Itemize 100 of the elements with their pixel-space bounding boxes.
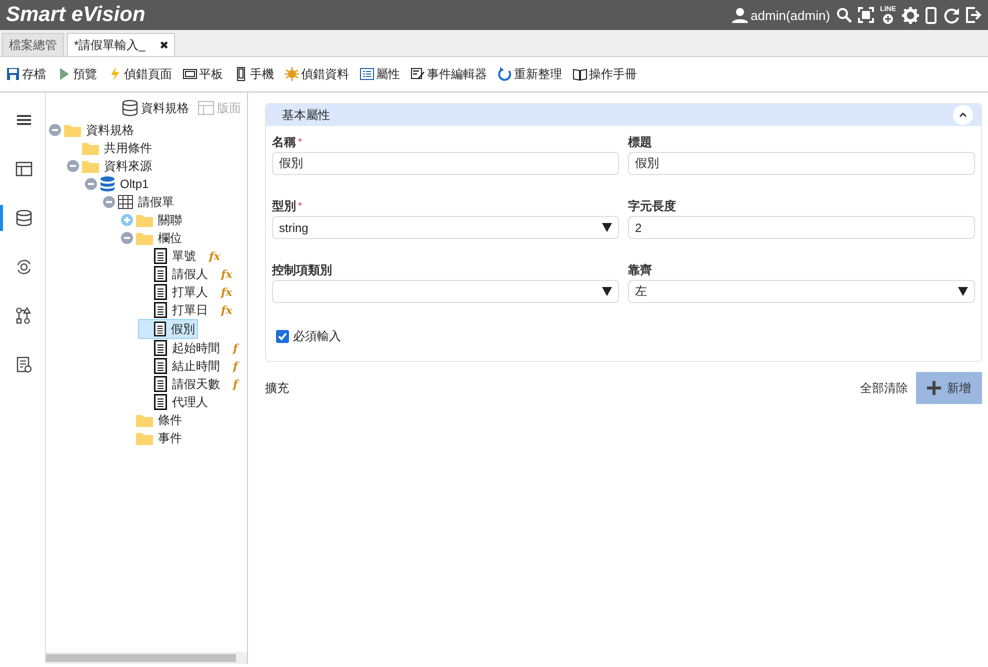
formula-mark: f bbox=[233, 378, 238, 390]
input-field[interactable]: 假別 bbox=[272, 152, 619, 175]
chevron-icon bbox=[958, 110, 968, 120]
toolbar-button[interactable]: 操作手冊 bbox=[573, 66, 637, 82]
document-icon bbox=[154, 284, 167, 300]
add-button[interactable]: 新增 bbox=[916, 372, 982, 404]
folder-icon bbox=[64, 123, 81, 137]
flow-icon bbox=[15, 307, 33, 325]
close-icon[interactable]: ✖ bbox=[159, 38, 168, 52]
refresh-icon[interactable] bbox=[943, 6, 960, 24]
toolbar-button[interactable]: 重新整理 bbox=[498, 66, 562, 82]
dropdown[interactable]: string bbox=[272, 216, 619, 239]
caret-icon bbox=[958, 287, 968, 296]
tree-item[interactable]: 打單人 fx bbox=[138, 283, 247, 301]
formula-mark: fx bbox=[221, 268, 232, 280]
document-icon bbox=[154, 394, 167, 410]
tree-item[interactable]: 關聯 bbox=[120, 211, 247, 229]
folder-icon bbox=[136, 413, 153, 427]
document-icon bbox=[154, 340, 167, 356]
search-icon[interactable] bbox=[836, 7, 852, 23]
tree-item[interactable]: 單號 fx bbox=[138, 247, 247, 265]
document-icon bbox=[154, 248, 167, 264]
field-label: 靠齊 bbox=[628, 262, 652, 278]
folder-icon bbox=[82, 141, 99, 155]
caret-icon bbox=[602, 287, 612, 296]
refresh-icon bbox=[498, 67, 512, 81]
field-label: 型別 bbox=[272, 198, 296, 214]
database-icon bbox=[100, 176, 115, 192]
plus-icon bbox=[927, 381, 941, 395]
database-icon bbox=[15, 209, 33, 227]
tree-item[interactable]: 代理人 bbox=[138, 393, 247, 411]
tree-item[interactable]: 共用條件 bbox=[66, 139, 247, 157]
tree-item[interactable]: 資料規格 bbox=[48, 121, 247, 139]
folder-icon bbox=[136, 213, 153, 227]
sync-icon bbox=[15, 258, 33, 276]
settings-icon[interactable] bbox=[902, 6, 919, 24]
folder-icon bbox=[136, 231, 153, 245]
tree-item[interactable]: 事件 bbox=[120, 429, 247, 447]
user-icon bbox=[732, 7, 748, 23]
required-mark: * bbox=[298, 200, 302, 212]
caret-icon bbox=[602, 223, 612, 232]
tree-item[interactable]: 資料來源 bbox=[66, 157, 247, 175]
save-icon bbox=[6, 67, 20, 81]
document-icon bbox=[154, 266, 167, 282]
document-icon bbox=[154, 376, 167, 392]
list-icon bbox=[360, 67, 374, 81]
document-icon bbox=[154, 321, 166, 337]
checkbox-icon[interactable] bbox=[276, 330, 289, 343]
formula-mark: fx bbox=[221, 304, 232, 316]
phone-icon[interactable] bbox=[925, 6, 937, 24]
field-label: 標題 bbox=[628, 134, 652, 150]
play-icon bbox=[57, 67, 71, 81]
bug-icon bbox=[285, 67, 299, 81]
field-label: 字元長度 bbox=[628, 198, 676, 214]
layout-icon bbox=[197, 99, 215, 117]
formula-mark: f bbox=[233, 342, 238, 354]
tree-item[interactable]: 請假單 bbox=[102, 193, 247, 211]
toolbar-button[interactable]: 平板 bbox=[183, 66, 223, 82]
toolbar-button[interactable]: 手機 bbox=[234, 66, 274, 82]
toolbar-button[interactable]: 屬性 bbox=[360, 66, 400, 82]
panel-button[interactable]: 資料規格 bbox=[121, 99, 189, 117]
tab[interactable]: 檔案總管 bbox=[2, 33, 64, 56]
collapse-button[interactable] bbox=[953, 105, 973, 125]
dropdown[interactable]: 左 bbox=[628, 280, 975, 303]
toolbar-button[interactable]: 存檔 bbox=[6, 66, 46, 82]
tree-item[interactable]: Oltp1 bbox=[84, 175, 247, 193]
tree-item[interactable]: 請假天數 f bbox=[138, 375, 247, 393]
phone-icon bbox=[234, 67, 248, 81]
input-field[interactable]: 假別 bbox=[628, 152, 975, 175]
section-label: 擴充 bbox=[265, 380, 290, 396]
tree-item[interactable]: 條件 bbox=[120, 411, 247, 429]
tab[interactable]: *請假單輸入_ ✖ bbox=[67, 33, 176, 56]
toolbar-button[interactable]: 偵錯頁面 bbox=[108, 66, 172, 82]
toolbar-button[interactable]: 偵錯資料 bbox=[285, 66, 349, 82]
book-icon bbox=[573, 67, 587, 81]
bolt-icon bbox=[108, 67, 122, 81]
tree-item[interactable]: 請假人 fx bbox=[138, 265, 247, 283]
fullscreen-icon[interactable] bbox=[858, 7, 874, 23]
folder-icon bbox=[82, 159, 99, 173]
folder-icon bbox=[136, 431, 153, 445]
field-label: 控制項類別 bbox=[272, 262, 332, 278]
toolbar-button[interactable]: 事件編輯器 bbox=[411, 66, 487, 82]
input-field[interactable]: 2 bbox=[628, 216, 975, 239]
tree-item[interactable]: 欄位 bbox=[120, 229, 247, 247]
checkbox[interactable]: 必須輸入 bbox=[266, 324, 981, 361]
tree-item[interactable]: 打單日 fx bbox=[138, 301, 247, 319]
user-name[interactable]: admin(admin) bbox=[750, 8, 830, 22]
scrollbar[interactable] bbox=[46, 652, 247, 664]
formula-mark: fx bbox=[221, 286, 232, 298]
section-title: 基本屬性 bbox=[282, 106, 330, 124]
tree-item[interactable]: 結止時間 f bbox=[138, 357, 247, 375]
logout-icon[interactable] bbox=[966, 7, 982, 23]
tree-item[interactable]: 假別 bbox=[138, 319, 198, 339]
tree-item[interactable]: 起始時間 f bbox=[138, 339, 247, 357]
toolbar-button[interactable]: 預覽 bbox=[57, 66, 97, 82]
tablet-icon bbox=[183, 67, 197, 81]
report-icon bbox=[15, 356, 33, 374]
required-mark: * bbox=[298, 136, 302, 148]
clear-all-link[interactable]: 全部清除 bbox=[860, 380, 908, 396]
app-title: Smart eVision bbox=[6, 3, 146, 27]
